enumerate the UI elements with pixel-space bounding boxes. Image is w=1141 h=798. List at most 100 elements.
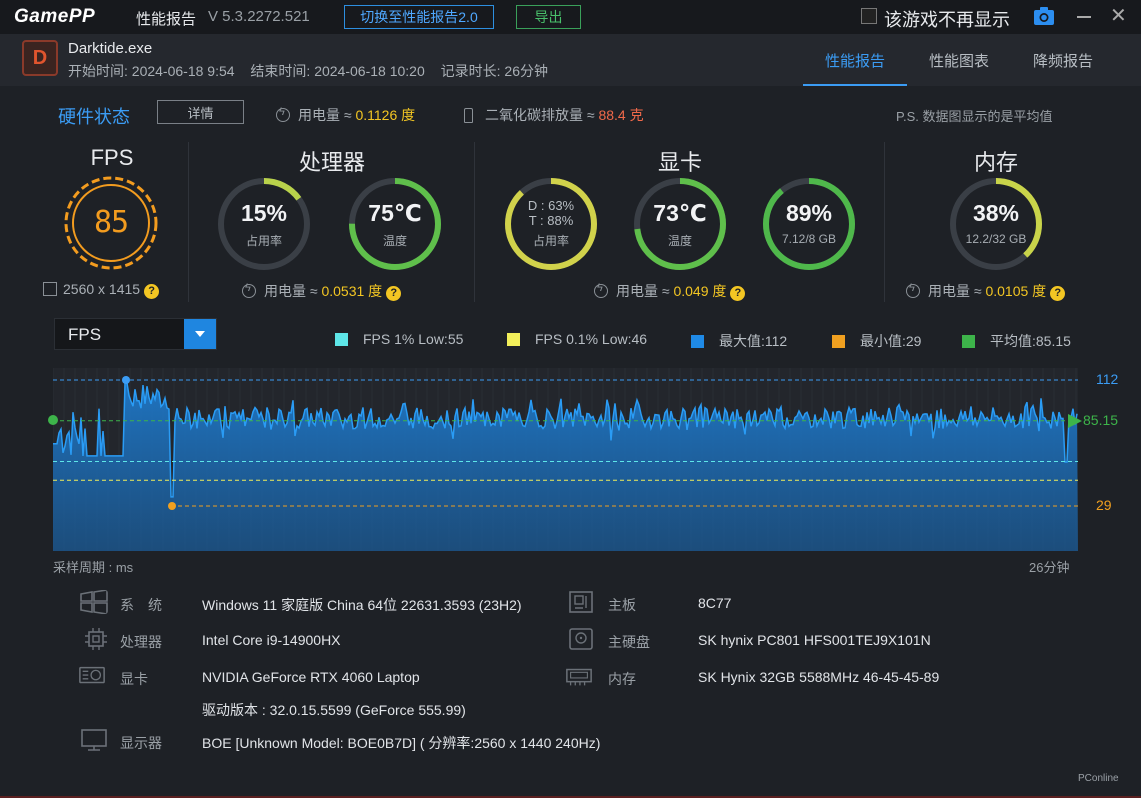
duration: 记录时长: 26分钟 [440,63,548,79]
motherboard-icon [569,591,593,613]
power-icon [276,106,290,122]
gpu-temp-gauge: 73℃ 温度 [632,176,728,272]
legend-avg: 平均值:85.15 [962,331,1071,351]
window-title: 性能报告 [136,11,197,28]
cpu-usage-gauge: 15% 占用率 [216,176,312,272]
memory-icon [566,668,592,686]
motherboard-label: 主板 [608,597,636,613]
gpu-temp-label: 温度 [667,234,692,248]
sampling-caption: 采样周期 : ms [53,560,134,575]
gpu-vram-value: 89% [785,200,833,226]
memory-value: 38% [972,200,1020,226]
legend-swatch [507,332,520,346]
help-icon[interactable]: ? [1050,286,1066,301]
duration-caption: 26分钟 [1029,560,1070,575]
display-value: BOE [Unknown Model: BOE0B7D] ( 分辨率:2560 … [202,735,601,751]
help-icon[interactable]: ? [730,286,746,301]
close-button[interactable]: ✕ [1110,6,1127,26]
legend-fps-1-low: FPS 1% Low:55 [335,331,463,347]
cpu-title: 处理器 [298,150,365,175]
resolution-label: 2560 x 1415? [43,281,160,299]
cpu-temp-gauge: 75℃ 温度 [347,176,443,272]
avg-marker-icon [48,415,58,425]
divider [474,142,475,302]
gpu-usage-gauge: D : 63% T : 88% 占用率 [503,176,599,272]
export-button[interactable]: 导出 [516,5,581,29]
average-note: P.S. 数据图显示的是平均值 [896,109,1053,124]
avg-arrow-icon [1068,414,1082,428]
cpu-usage-value: 15% [240,200,288,226]
metric-select-value: FPS [68,325,102,344]
os-label: 系 统 [120,597,162,613]
cpu-label: 处理器 [120,634,162,650]
metric-select[interactable]: FPS [54,318,217,350]
memory-label: 12.2/32 GB [965,232,1027,246]
display-label: 显示器 [120,735,162,751]
gpu-temp-value: 73℃ [653,200,707,226]
fps-gauge: 85 [63,175,159,271]
divider [884,142,885,302]
co2-emission: 二氧化碳排放量 ≈ 88.4 克 [464,105,644,125]
disk-label: 主硬盘 [608,634,650,650]
no-show-checkbox[interactable] [861,8,877,24]
fps-chart [52,368,1078,551]
gpu-icon [79,666,105,684]
gpu-vram-gauge: 89% 7.12/8 GB [761,176,857,272]
end-time: 结束时间: 2024-06-18 10:20 [250,63,425,79]
hardware-status-title: 硬件状态 [58,107,130,127]
chevron-down-icon[interactable] [184,319,216,349]
app-header: D Darktide.exe 开始时间: 2024-06-18 9:54 结束时… [0,34,1141,86]
gpu-value: NVIDIA GeForce RTX 4060 Laptop [202,669,420,685]
cpu-temp-label: 温度 [382,234,407,248]
tab-performance-chart[interactable]: 性能图表 [907,34,1011,86]
help-icon[interactable]: ? [144,284,160,299]
version-label: V 5.3.2272.521 [208,8,310,25]
watermark: PConline [1078,773,1119,784]
cpu-value: Intel Core i9-14900HX [202,632,341,648]
power-icon [242,282,256,298]
tab-throttle-report[interactable]: 降频报告 [1011,34,1115,86]
disk-value: SK hynix PC801 HFS001TEJ9X101N [698,632,931,648]
camera-icon[interactable] [1034,7,1054,25]
title-bar: GamePP 性能报告 V 5.3.2272.521 切换至性能报告2.0 导出… [0,0,1141,34]
cpu-usage-label: 占用率 [245,234,282,248]
legend-swatch [691,334,704,348]
fps-chart-svg [52,368,1078,551]
tab-performance-report[interactable]: 性能报告 [803,34,907,86]
windows-icon [80,590,108,614]
session-meta: 开始时间: 2024-06-18 9:54 结束时间: 2024-06-18 1… [68,61,560,81]
max-point [122,376,130,384]
memory-gauge: 38% 12.2/32 GB [948,176,1044,272]
no-show-label: 该游戏不再显示 [884,10,1010,30]
memory-power: 用电量 ≈ 0.0105 度? [906,281,1066,301]
legend-max: 最大值:112 [691,331,787,351]
legend-swatch [832,334,845,348]
detail-button[interactable]: 详情 [157,100,244,124]
avg-axis-label: 85.15 [1083,412,1119,428]
game-name: Darktide.exe [68,40,153,57]
gpu-usage-values: D : 63% T : 88% [527,198,575,228]
legend-swatch [962,334,975,348]
help-icon[interactable]: ? [386,286,402,301]
power-icon [594,282,608,298]
legend-swatch [335,332,348,346]
switch-report-button[interactable]: 切换至性能报告2.0 [344,5,494,29]
motherboard-value: 8C77 [698,595,732,611]
fps-title: FPS [90,145,134,170]
gpu-vram-label: 7.12/8 GB [781,232,837,246]
max-axis-label: 112 [1096,371,1119,387]
resolution-icon [43,282,57,296]
gpu-usage-label: 占用率 [532,234,569,248]
divider [188,142,189,302]
ram-label: 内存 [608,671,636,687]
power-icon [906,282,920,298]
fps-value: 85 [93,205,129,240]
legend-fps-01-low: FPS 0.1% Low:46 [507,331,647,347]
memory-title: 内存 [973,150,1018,175]
min-axis-label: 29 [1096,497,1112,513]
min-point [168,502,176,510]
os-value: Windows 11 家庭版 China 64位 22631.3593 (23H… [202,597,522,613]
hardware-status-row: 硬件状态 详情 用电量 ≈ 0.1126 度 二氧化碳排放量 ≈ 88.4 克 … [0,96,1141,132]
minimize-button[interactable] [1077,16,1091,18]
report-tabs: 性能报告 性能图表 降频报告 [803,34,1115,86]
